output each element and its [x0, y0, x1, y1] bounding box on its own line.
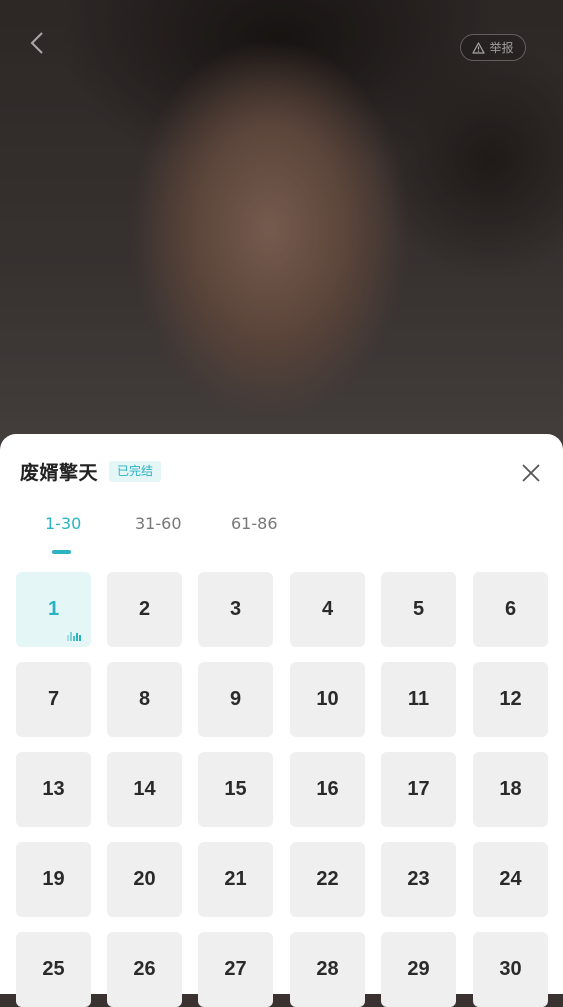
episode-tile[interactable]: 18	[473, 752, 548, 827]
episode-number: 26	[133, 958, 156, 980]
episode-number: 22	[316, 868, 339, 890]
episode-tile[interactable]: 8	[107, 662, 182, 737]
episode-tile[interactable]: 17	[381, 752, 456, 827]
episode-tile[interactable]: 10	[290, 662, 365, 737]
episode-number: 20	[133, 868, 156, 890]
video-overlay	[0, 0, 563, 450]
episode-number: 1	[47, 598, 60, 620]
episode-tile[interactable]: 11	[381, 662, 456, 737]
report-button[interactable]: 举报	[460, 34, 526, 61]
episode-tile[interactable]: 24	[473, 842, 548, 917]
episode-tile[interactable]: 22	[290, 842, 365, 917]
episode-number: 19	[42, 868, 65, 890]
report-label: 举报	[489, 41, 514, 55]
equalizer-icon	[67, 632, 81, 641]
episode-number: 2	[138, 598, 151, 620]
episode-tile[interactable]: 13	[16, 752, 91, 827]
episode-number: 4	[321, 598, 334, 620]
episode-grid: 1 2 3 4 5 6 7 8 9 10 11 12 13 14 15 16 17 18 19 20 21 22 23 24 2…	[0, 434, 563, 1007]
episode-number: 17	[407, 778, 430, 800]
episode-number: 16	[316, 778, 339, 800]
episode-number: 13	[42, 778, 65, 800]
episode-tile[interactable]: 1	[16, 572, 91, 647]
episode-tile[interactable]: 7	[16, 662, 91, 737]
episode-number: 24	[499, 868, 522, 890]
episode-number: 18	[499, 778, 522, 800]
episode-number: 8	[138, 688, 151, 710]
episode-number: 9	[229, 688, 242, 710]
back-button[interactable]	[24, 28, 54, 58]
episode-number: 10	[316, 688, 339, 710]
episode-tile[interactable]: 3	[198, 572, 273, 647]
episode-tile[interactable]: 26	[107, 932, 182, 1007]
episode-tile[interactable]: 9	[198, 662, 273, 737]
episode-number: 3	[229, 598, 242, 620]
episode-tile[interactable]: 29	[381, 932, 456, 1007]
episode-tile[interactable]: 30	[473, 932, 548, 1007]
episode-tile[interactable]: 2	[107, 572, 182, 647]
episode-number: 30	[499, 958, 522, 980]
episode-tile[interactable]: 16	[290, 752, 365, 827]
episode-tile[interactable]: 25	[16, 932, 91, 1007]
episode-tile[interactable]: 27	[198, 932, 273, 1007]
episode-number: 25	[42, 958, 65, 980]
episode-number: 27	[224, 958, 247, 980]
episode-tile[interactable]: 21	[198, 842, 273, 917]
episode-tile[interactable]: 5	[381, 572, 456, 647]
episode-number: 12	[499, 688, 522, 710]
episode-tile[interactable]: 15	[198, 752, 273, 827]
episode-tile[interactable]: 28	[290, 932, 365, 1007]
episode-number: 21	[224, 868, 247, 890]
episode-tile[interactable]: 14	[107, 752, 182, 827]
episode-number: 6	[504, 598, 517, 620]
episode-number: 11	[407, 688, 430, 710]
episode-tile[interactable]: 19	[16, 842, 91, 917]
episode-number: 23	[407, 868, 430, 890]
episode-tile[interactable]: 12	[473, 662, 548, 737]
episode-number: 14	[133, 778, 156, 800]
episode-number: 28	[316, 958, 339, 980]
episode-number: 15	[224, 778, 247, 800]
episode-number: 5	[412, 598, 425, 620]
video-player[interactable]: 举报	[0, 0, 563, 450]
episode-number: 29	[407, 958, 430, 980]
warning-icon	[472, 41, 486, 54]
episode-tile[interactable]: 6	[473, 572, 548, 647]
episode-tile[interactable]: 20	[107, 842, 182, 917]
episode-tile[interactable]: 4	[290, 572, 365, 647]
episode-sheet: 废婿擎天 已完结 1-30 31-60 61-86 1 2 3 4 5 6 7 8 9 10 11 1…	[0, 434, 563, 1007]
episode-number: 7	[47, 688, 60, 710]
episode-tile[interactable]: 23	[381, 842, 456, 917]
chevron-left-icon	[30, 32, 43, 54]
